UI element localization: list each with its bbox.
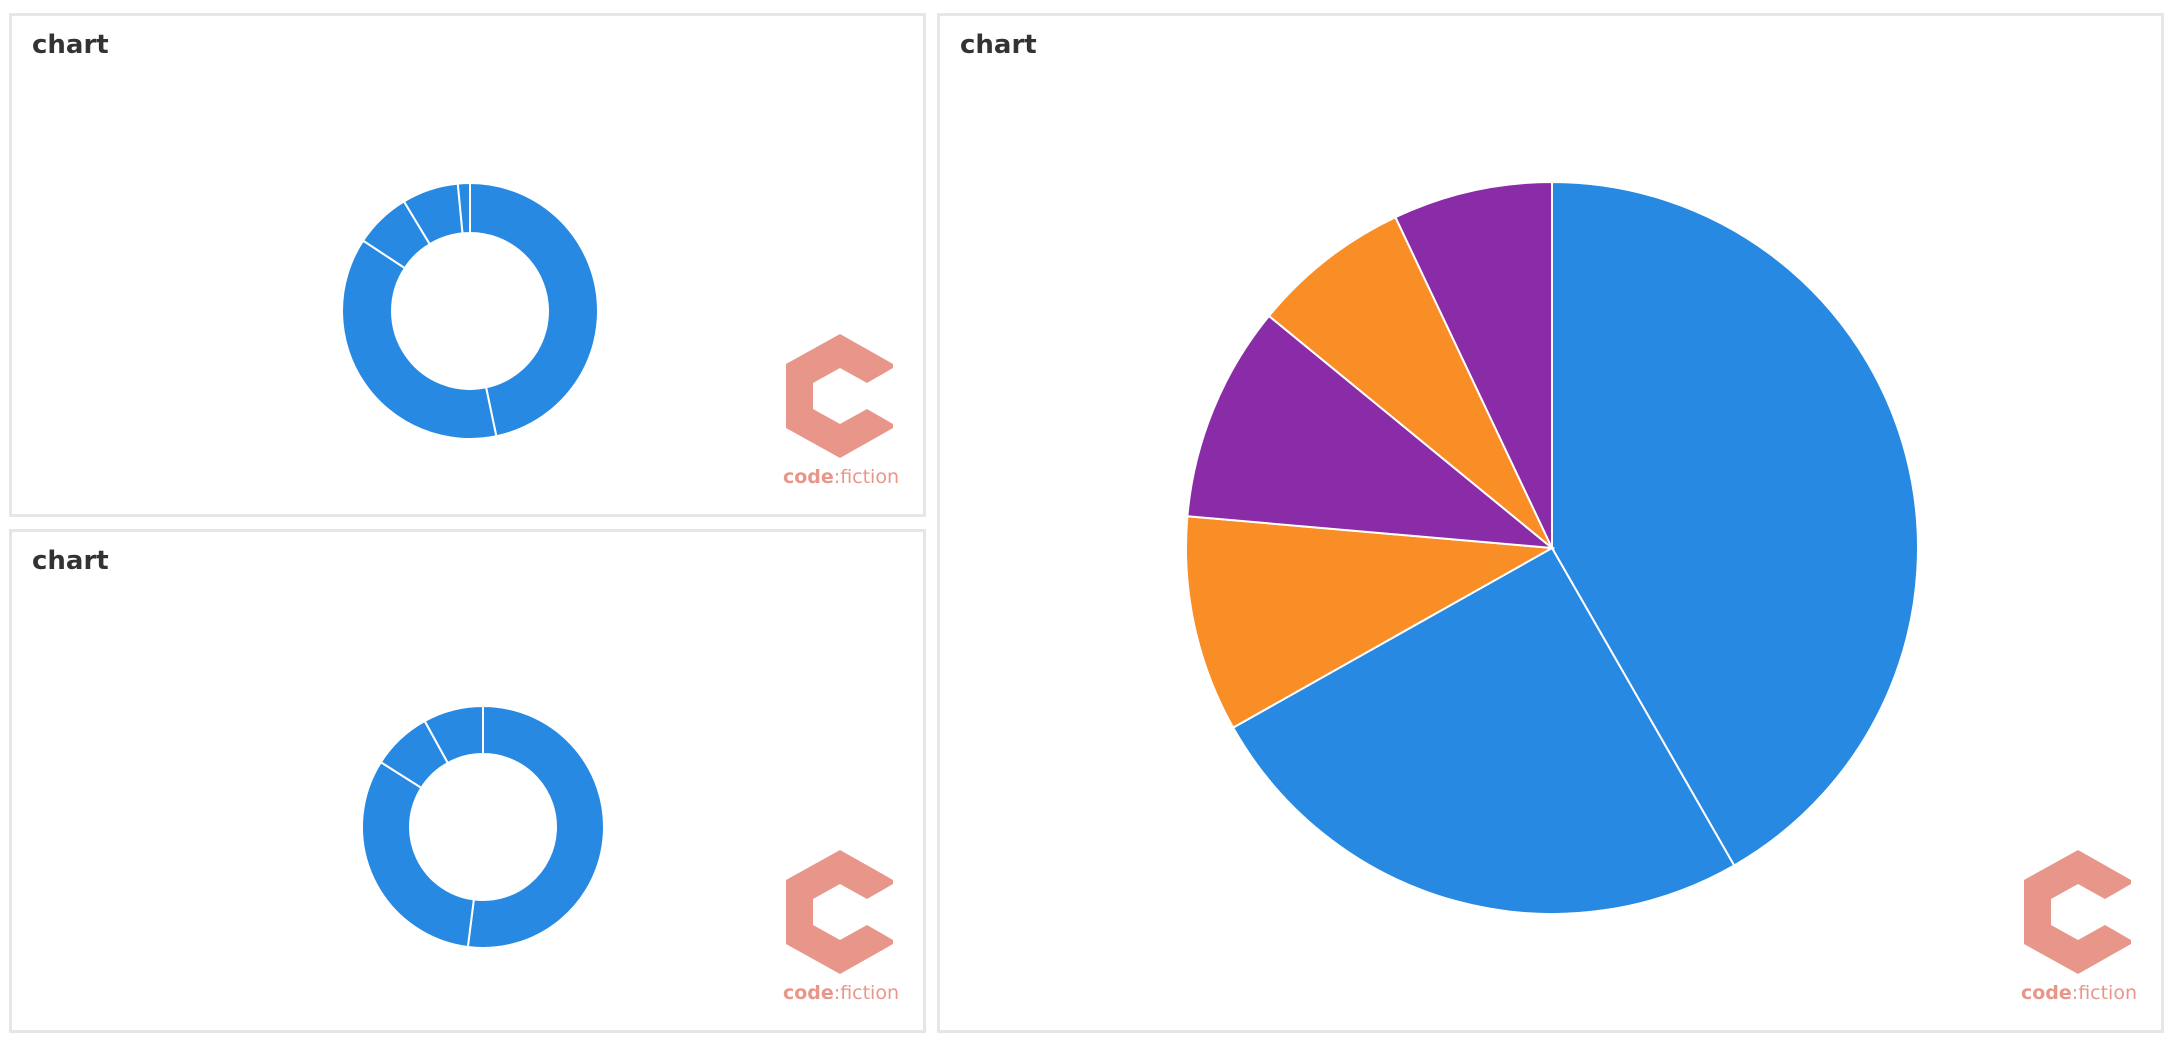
hexagon-c-logo-icon [786,334,893,458]
hexagon-c-logo-icon [786,850,893,974]
chart-panel-right: chart code:fiction [937,13,2164,1033]
brand-watermark: code:fiction [2017,844,2137,1014]
brand-name: code:fiction [782,466,899,488]
pie-slice[interactable] [466,704,605,949]
brand-name: code:fiction [2020,982,2137,1004]
pie-slice[interactable] [341,239,498,440]
pie-slice[interactable] [361,760,475,949]
brand-name: code:fiction [782,982,899,1004]
pie-chart [1185,180,1919,915]
hexagon-c-logo-icon [2024,850,2131,974]
chart-panel-bottom-left: chart code:fiction [9,529,926,1033]
chart-panel-top-left: chart code:fiction [9,13,926,517]
brand-watermark: code:fiction [779,328,899,498]
brand-watermark: code:fiction [779,844,899,1014]
